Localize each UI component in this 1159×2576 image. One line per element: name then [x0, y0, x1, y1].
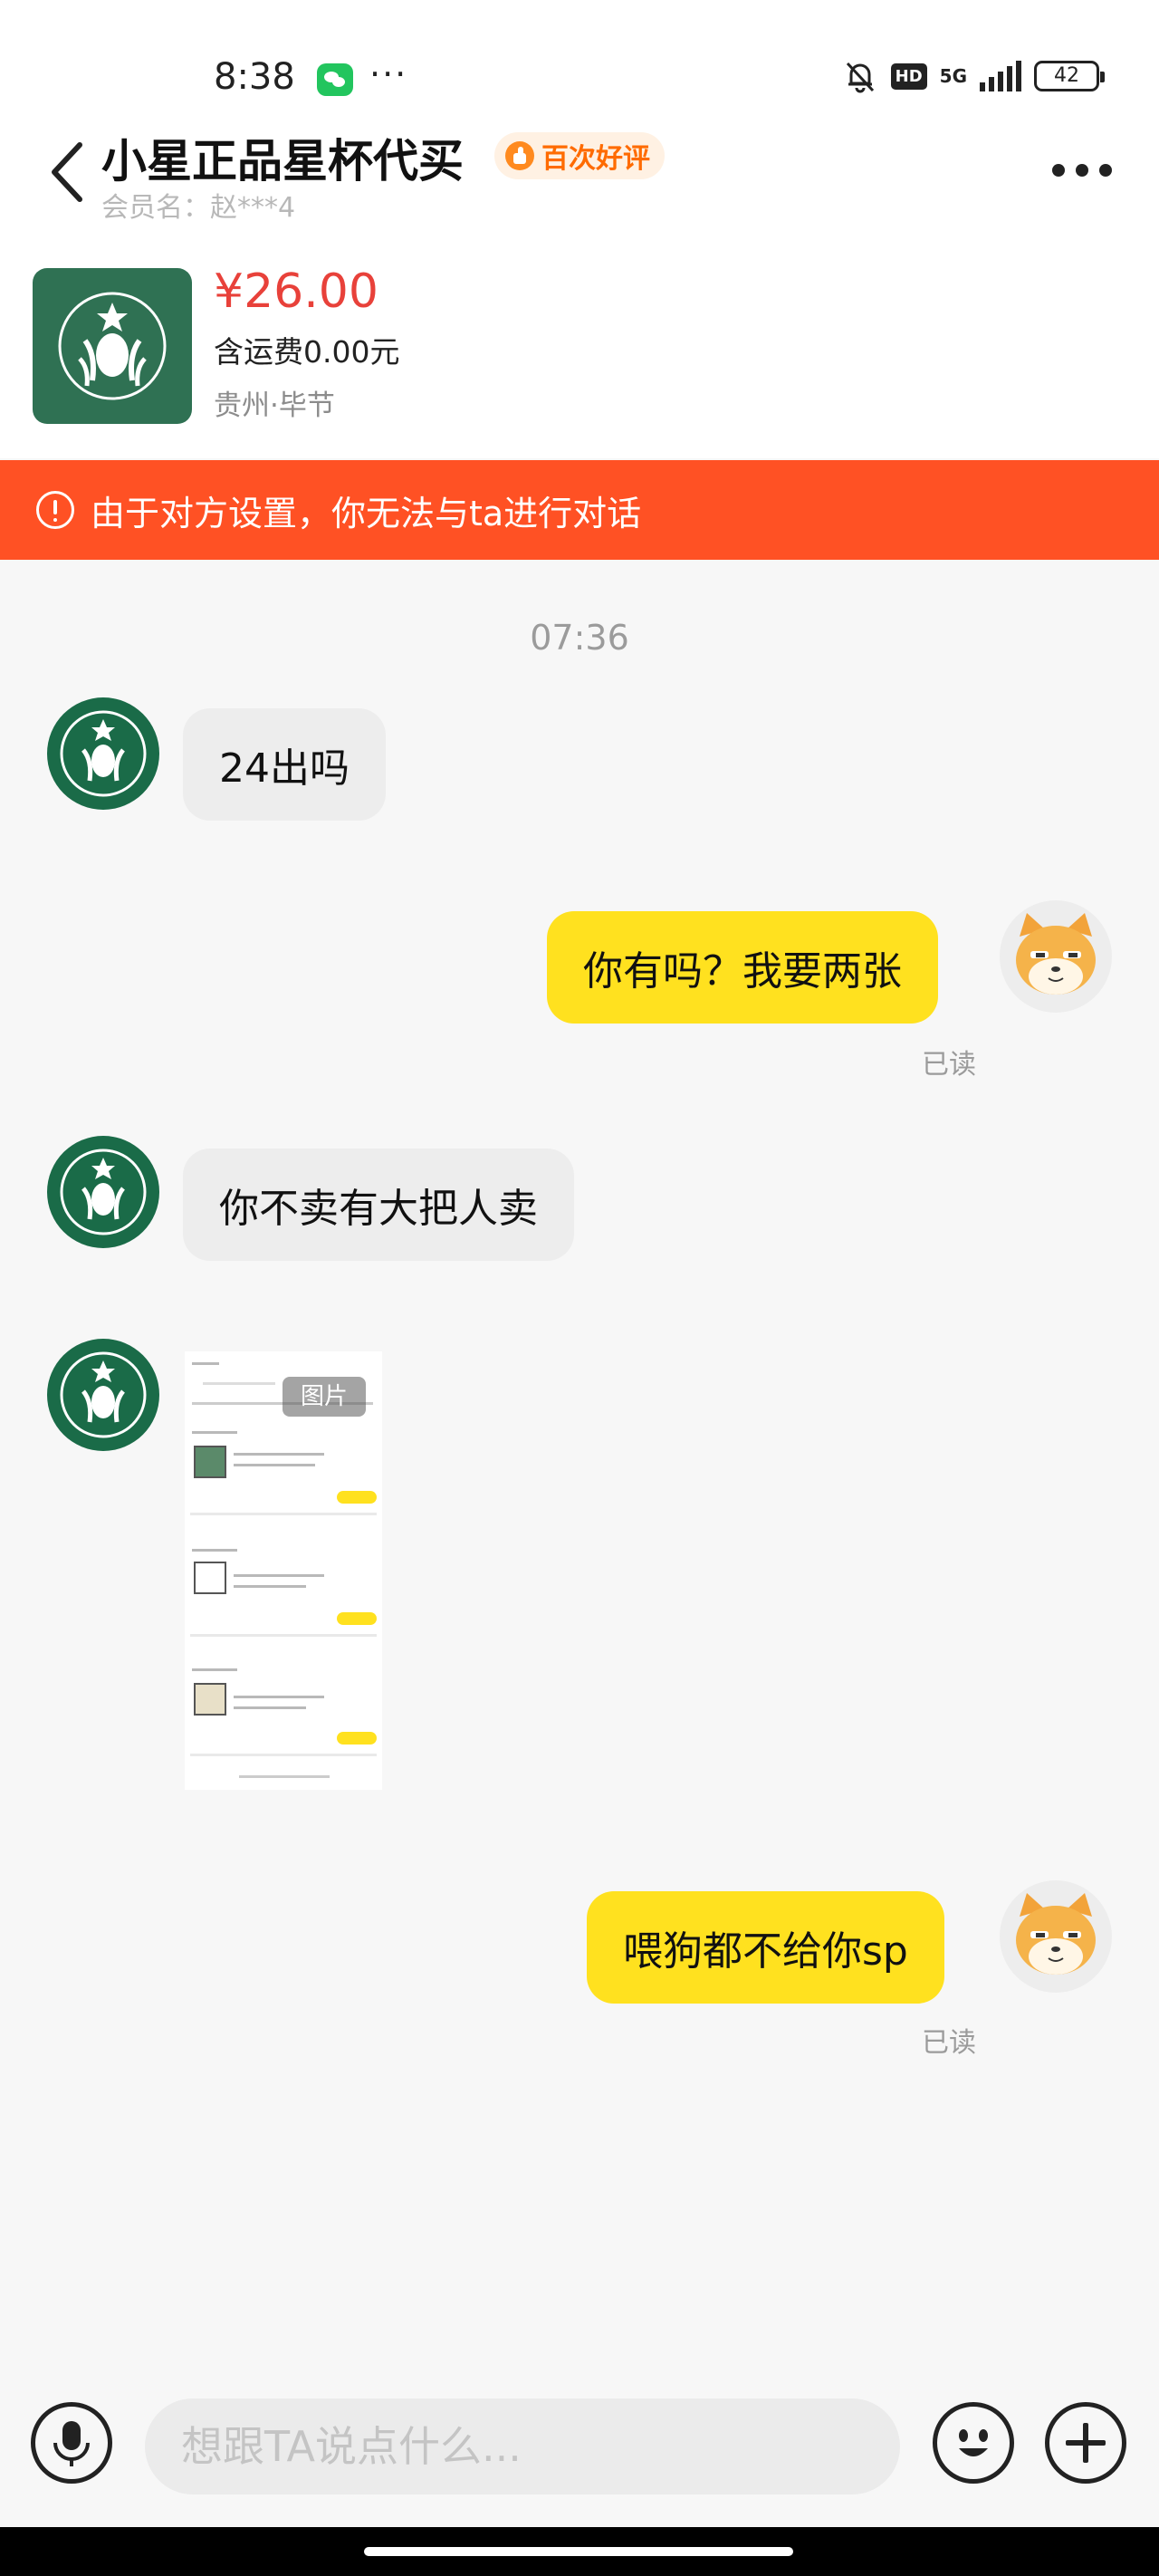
starbucks-logo-icon: [60, 710, 147, 797]
thumb-pill: [337, 1732, 377, 1745]
seller-name[interactable]: 小星正品星杯代买: [101, 125, 464, 190]
message-bubble-outgoing[interactable]: 喂狗都不给你sp: [587, 1891, 944, 2004]
more-actions-button[interactable]: [1045, 2402, 1126, 2484]
thumbs-up-icon: [505, 141, 534, 170]
thumb-divider: [190, 1634, 377, 1637]
starbucks-logo-icon: [58, 292, 167, 400]
member-name: 会员名：赵***4: [101, 192, 296, 224]
user-avatar[interactable]: [1000, 900, 1112, 1013]
thumb-line: [192, 1431, 237, 1434]
back-arrow-icon: [52, 142, 82, 202]
message-bubble-incoming[interactable]: 24出吗: [183, 708, 386, 821]
home-indicator[interactable]: [364, 2547, 793, 2556]
emoji-button[interactable]: [933, 2402, 1014, 2484]
alert-icon: [36, 491, 74, 529]
seller-avatar[interactable]: [47, 1339, 159, 1451]
message-input[interactable]: [145, 2398, 900, 2494]
status-time: 8:38: [214, 56, 295, 98]
status-indicators: HD 5G 42: [842, 58, 1105, 94]
thumb-line: [234, 1585, 306, 1588]
thumb-divider: [190, 1754, 377, 1756]
hd-badge: HD: [890, 62, 927, 90]
thumb-line: [234, 1706, 306, 1709]
read-receipt: 已读: [922, 1049, 976, 1081]
message-bubble-incoming[interactable]: 你不卖有大把人卖: [183, 1149, 574, 1261]
user-avatar[interactable]: [1000, 1880, 1112, 1993]
product-shipping: 含运费0.00元: [214, 334, 400, 370]
thumb-pill: [337, 1491, 377, 1504]
read-receipt: 已读: [922, 2027, 976, 2059]
wechat-icon: [317, 63, 353, 96]
more-button[interactable]: [1052, 154, 1116, 187]
chat-timestamp: 07:36: [530, 618, 629, 658]
emoji-icon: [959, 2429, 988, 2456]
thumb-line: [234, 1453, 324, 1456]
product-price: ¥26.00: [214, 264, 378, 319]
thumb-product-card: [194, 1446, 226, 1478]
seller-avatar[interactable]: [47, 697, 159, 810]
image-message[interactable]: 图片: [185, 1351, 382, 1790]
thumb-search-line: [203, 1382, 275, 1385]
thumb-status-line: [192, 1362, 219, 1365]
product-location: 贵州·毕节: [214, 389, 335, 422]
thumb-nav-line: [239, 1775, 330, 1778]
voice-button[interactable]: [31, 2402, 112, 2484]
seller-avatar[interactable]: [47, 1136, 159, 1248]
starbucks-logo-icon: [60, 1351, 147, 1438]
thumb-line: [192, 1549, 237, 1552]
thumb-pill: [337, 1612, 377, 1625]
rating-badge-label: 百次好评: [541, 143, 650, 175]
thumb-line: [234, 1696, 324, 1698]
product-image[interactable]: [33, 268, 192, 424]
network-type: 5G: [939, 65, 967, 87]
status-more-dots: ···: [369, 54, 408, 94]
thumb-divider: [190, 1513, 377, 1515]
starbucks-logo-icon: [60, 1149, 147, 1235]
shiba-dog-icon: [1016, 913, 1096, 995]
thumb-product-card: [194, 1562, 226, 1594]
signal-icon: [980, 61, 1021, 91]
thumb-product-card: [194, 1683, 226, 1716]
image-label: 图片: [283, 1377, 366, 1417]
bell-off-icon: [842, 58, 878, 94]
thumb-line: [234, 1574, 324, 1577]
warning-banner: 由于对方设置，你无法与ta进行对话: [0, 460, 1159, 560]
back-button[interactable]: [45, 136, 91, 208]
warning-text: 由于对方设置，你无法与ta进行对话: [91, 493, 642, 533]
more-icon: [1052, 164, 1065, 177]
rating-badge[interactable]: 百次好评: [494, 132, 665, 179]
thumb-line: [234, 1464, 315, 1466]
shiba-dog-icon: [1016, 1893, 1096, 1975]
thumb-line: [192, 1668, 237, 1671]
battery-icon: 42: [1034, 61, 1105, 91]
mic-icon: [53, 2421, 90, 2466]
message-bubble-outgoing[interactable]: 你有吗？我要两张: [547, 911, 938, 1024]
